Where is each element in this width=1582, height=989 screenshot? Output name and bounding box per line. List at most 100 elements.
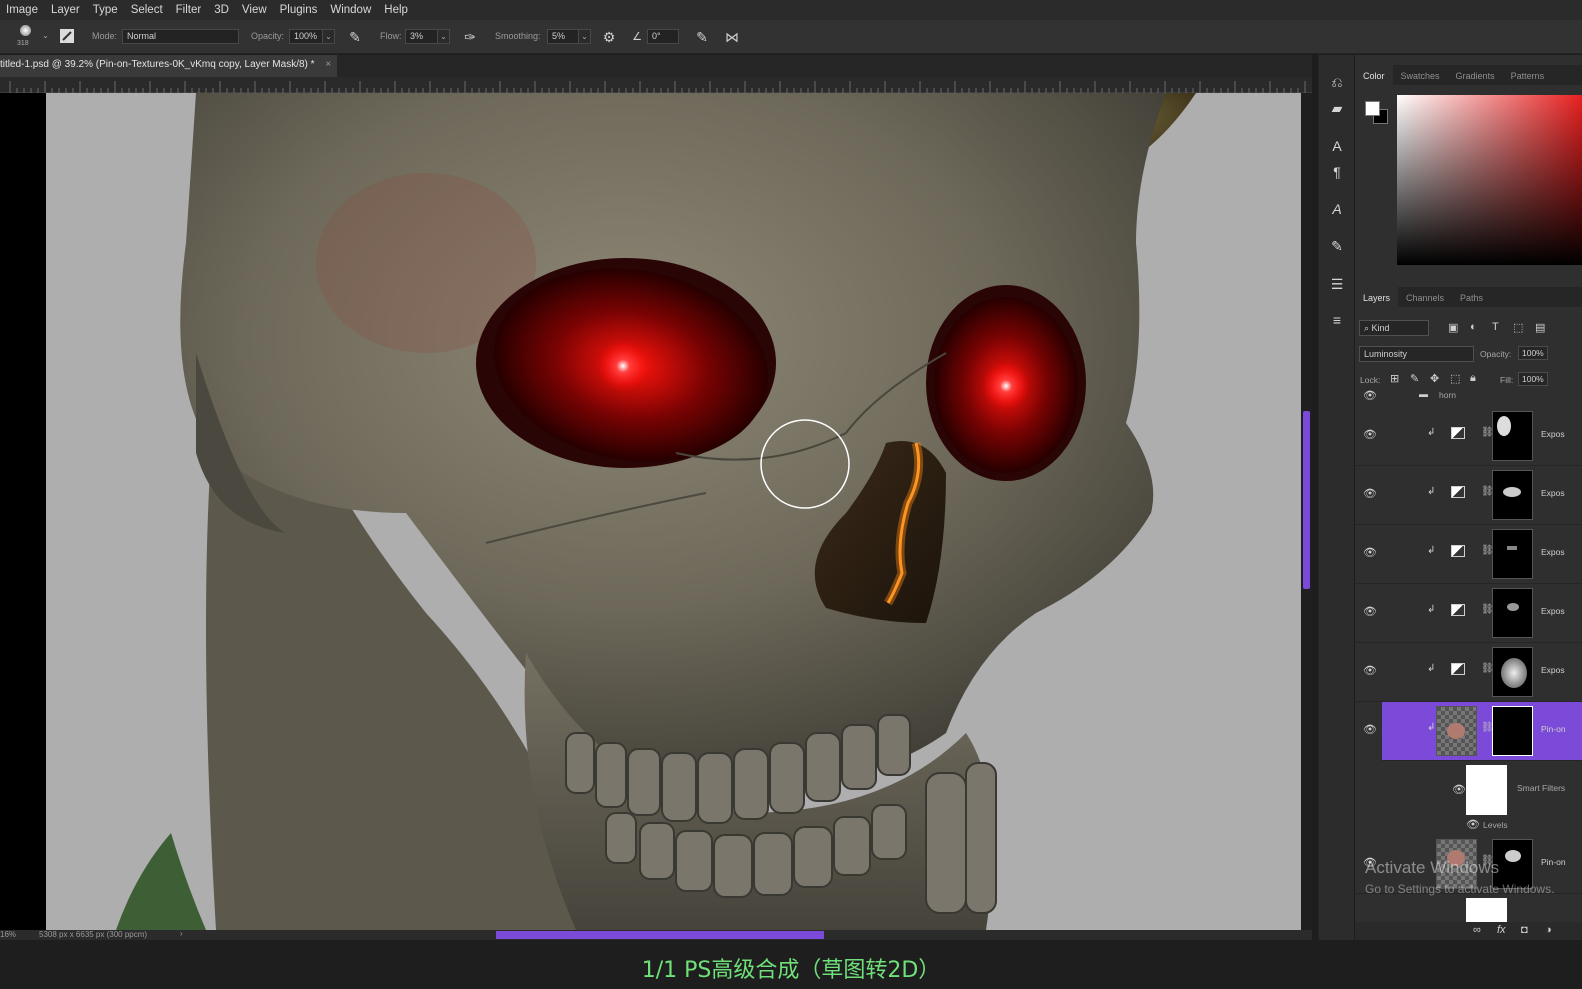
foreground-color-swatch-top[interactable] xyxy=(1365,101,1380,116)
new-adjustment-icon[interactable]: ◑ xyxy=(1545,924,1552,936)
document-tab[interactable]: titled-1.psd @ 39.2% (Pin-on-Textures-0K… xyxy=(0,55,338,77)
tab-paths[interactable]: Paths xyxy=(1452,287,1491,307)
layer-mask-thumbnail[interactable] xyxy=(1492,529,1533,579)
document-canvas[interactable] xyxy=(46,93,1301,930)
brush-preset-dropdown-icon[interactable]: ⌄ xyxy=(39,29,52,44)
glyphs-icon[interactable]: A xyxy=(1328,200,1346,218)
zoom-readout[interactable]: 16% xyxy=(0,930,16,939)
adjustments-icon[interactable]: ≡ xyxy=(1328,311,1346,329)
brush-settings-panel-icon[interactable]: ✎ xyxy=(1328,237,1346,255)
layer-mask-thumbnail[interactable] xyxy=(1492,647,1533,697)
tab-gradients[interactable]: Gradients xyxy=(1448,65,1503,85)
flow-dropdown[interactable]: ⌄ xyxy=(437,29,450,44)
horizontal-scroll-thumb[interactable] xyxy=(496,931,824,939)
menu-select[interactable]: Select xyxy=(125,4,170,16)
pressure-opacity-icon[interactable]: ✎ xyxy=(346,28,364,46)
menu-3d[interactable]: 3D xyxy=(208,4,236,16)
visibility-eye-icon[interactable]: 👁︎ xyxy=(1363,664,1377,677)
layer-row-selected[interactable]: 👁︎ ↲ ⛓︎ Pin-on xyxy=(1363,702,1582,761)
color-picker-field[interactable] xyxy=(1397,95,1582,265)
gear-icon[interactable]: ⚙ xyxy=(600,28,618,46)
lock-artboard-icon[interactable]: ⬚ xyxy=(1450,372,1460,385)
menu-help[interactable]: Help xyxy=(378,4,415,16)
visibility-eye-icon[interactable]: 👁︎ xyxy=(1363,723,1377,736)
tab-layers[interactable]: Layers xyxy=(1355,287,1399,307)
smart-filters-row[interactable]: 👁︎ Smart Filters xyxy=(1355,761,1582,817)
layer-mask-thumbnail[interactable] xyxy=(1492,588,1533,638)
tab-swatches[interactable]: Swatches xyxy=(1393,65,1448,85)
layer-name: Pin-on xyxy=(1541,724,1566,734)
layer-mask-thumbnail[interactable] xyxy=(1492,706,1533,756)
menu-type[interactable]: Type xyxy=(87,4,125,16)
lock-all-icon[interactable]: 🔒︎ xyxy=(1470,372,1476,385)
tab-color[interactable]: Color xyxy=(1355,65,1393,85)
opacity-label: Opacity: xyxy=(251,31,285,41)
character-icon[interactable]: A xyxy=(1328,137,1346,155)
vertical-scrollbar[interactable] xyxy=(1301,93,1312,930)
layer-row[interactable]: 👁︎ ↲ ⛓︎ Expos xyxy=(1355,643,1582,702)
opacity-input[interactable]: 100% xyxy=(289,29,323,44)
layer-mask-thumbnail[interactable] xyxy=(1492,470,1533,520)
add-mask-icon[interactable]: ◘ xyxy=(1521,924,1528,936)
layer-group-row[interactable]: 👁︎ ▬ horn xyxy=(1355,389,1582,403)
canvas-area[interactable] xyxy=(0,93,1312,930)
lock-transparent-icon[interactable]: ⊞ xyxy=(1390,372,1399,385)
layer-row[interactable]: 👁︎ ↲ ⛓︎ Expos xyxy=(1355,407,1582,466)
link-layers-icon[interactable]: ∞ xyxy=(1473,924,1481,936)
next-layer-mask-thumbnail[interactable] xyxy=(1466,898,1507,922)
type-filter-icon[interactable]: T xyxy=(1492,321,1499,333)
fill-input[interactable]: 100% xyxy=(1518,372,1548,386)
layer-row[interactable]: 👁︎ ↲ ⛓︎ Expos xyxy=(1355,525,1582,584)
layer-opacity-input[interactable]: 100% xyxy=(1518,346,1548,360)
pixel-filter-icon[interactable]: ▣ xyxy=(1448,321,1458,334)
tab-channels[interactable]: Channels xyxy=(1398,287,1452,307)
menu-filter[interactable]: Filter xyxy=(170,4,209,16)
brush-preset-picker[interactable]: 318 xyxy=(12,23,42,51)
brush-settings-icon[interactable] xyxy=(58,28,76,46)
comments-icon[interactable]: ▰ xyxy=(1328,99,1346,117)
properties-icon[interactable]: ☰ xyxy=(1328,275,1346,293)
menu-window[interactable]: Window xyxy=(324,4,378,16)
tab-patterns[interactable]: Patterns xyxy=(1503,65,1553,85)
layer-filter-kind-select[interactable]: ⌕ Kind xyxy=(1359,320,1429,336)
lock-image-icon[interactable]: ✎ xyxy=(1410,372,1419,385)
visibility-eye-icon[interactable]: 👁︎ xyxy=(1363,487,1377,500)
menu-view[interactable]: View xyxy=(236,4,274,16)
shape-filter-icon[interactable]: ⬚ xyxy=(1513,321,1523,334)
opacity-dropdown[interactable]: ⌄ xyxy=(322,29,335,44)
close-icon[interactable]: × xyxy=(325,59,331,70)
fx-icon[interactable]: fx xyxy=(1497,924,1506,936)
mode-select[interactable]: Normal xyxy=(122,29,239,44)
visibility-eye-icon[interactable]: 👁︎ xyxy=(1466,818,1480,831)
airbrush-icon[interactable]: ✑ xyxy=(461,28,479,46)
smart-filter-mask-thumbnail[interactable] xyxy=(1466,765,1507,815)
lock-position-icon[interactable]: ✥ xyxy=(1430,372,1439,385)
levels-filter-row[interactable]: 👁︎ Levels xyxy=(1355,817,1582,833)
smart-object-filter-icon[interactable]: ▤ xyxy=(1535,321,1545,334)
visibility-eye-icon[interactable]: 👁︎ xyxy=(1363,428,1377,441)
layer-row[interactable]: 👁︎ ↲ ⛓︎ Expos xyxy=(1355,466,1582,525)
blend-mode-select[interactable]: Luminosity xyxy=(1359,346,1474,362)
smoothing-input[interactable]: 5% xyxy=(547,29,579,44)
angle-input[interactable]: 0° xyxy=(647,29,679,44)
history-icon[interactable]: ⎌ xyxy=(1328,73,1346,91)
layer-row[interactable]: 👁︎ ↲ ⛓︎ Expos xyxy=(1355,584,1582,643)
adjustment-filter-icon[interactable]: ◐ xyxy=(1470,321,1477,333)
menu-image[interactable]: Image xyxy=(0,4,45,16)
pressure-size-icon[interactable]: ✎ xyxy=(693,28,711,46)
visibility-eye-icon[interactable]: 👁︎ xyxy=(1452,783,1466,796)
visibility-eye-icon[interactable]: 👁︎ xyxy=(1363,389,1377,402)
flow-input[interactable]: 3% xyxy=(405,29,438,44)
layer-image-thumbnail[interactable] xyxy=(1436,706,1477,756)
exposure-adjustment-icon xyxy=(1451,427,1465,439)
visibility-eye-icon[interactable]: 👁︎ xyxy=(1363,605,1377,618)
paragraph-icon[interactable]: ¶ xyxy=(1328,163,1346,181)
smoothing-dropdown[interactable]: ⌄ xyxy=(578,29,591,44)
menu-layer[interactable]: Layer xyxy=(45,4,87,16)
vertical-scroll-thumb[interactable] xyxy=(1303,411,1310,589)
visibility-eye-icon[interactable]: 👁︎ xyxy=(1363,546,1377,559)
menu-plugins[interactable]: Plugins xyxy=(274,4,325,16)
symmetry-icon[interactable]: ⋈ xyxy=(723,28,741,46)
layer-mask-thumbnail[interactable] xyxy=(1492,411,1533,461)
status-menu-arrow-icon[interactable]: › xyxy=(180,929,183,938)
